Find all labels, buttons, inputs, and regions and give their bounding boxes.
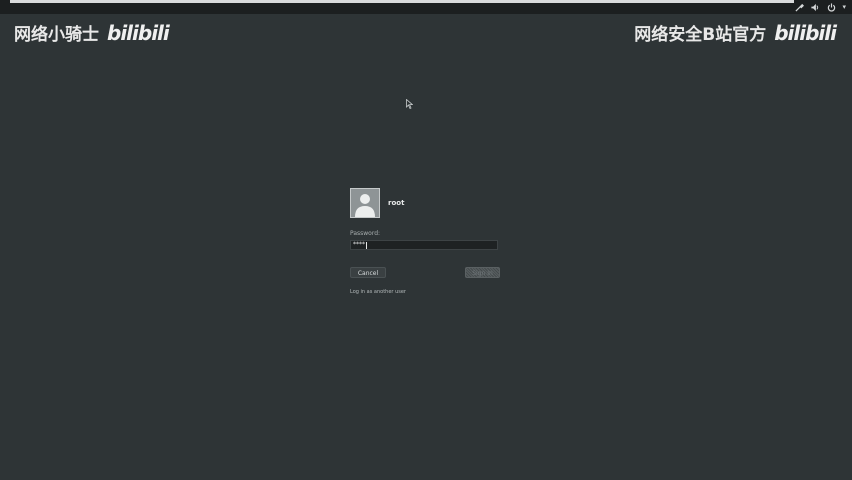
password-value: **** [353,241,365,248]
user-row: root [350,188,502,218]
text-caret [366,241,367,249]
volume-icon[interactable] [810,2,820,12]
power-icon[interactable] [826,2,836,12]
button-row: Cancel Sign In [350,267,500,278]
system-tray: ▾ [794,1,846,13]
password-field[interactable]: **** [350,240,498,250]
bilibili-logo: bilibili [774,20,837,45]
log-in-as-another-user-link[interactable]: Log in as another user [350,289,502,295]
top-bar: ▾ [0,0,852,14]
password-label: Password: [350,230,381,237]
tools-icon[interactable] [794,2,804,12]
mouse-cursor-icon [406,94,414,113]
username: root [388,199,405,207]
top-bar-highlight [10,0,794,3]
chevron-down-icon[interactable]: ▾ [842,2,846,12]
watermark-left-text: 网络小骑士 [14,25,99,45]
cancel-button[interactable]: Cancel [350,267,386,278]
avatar-icon [350,188,380,218]
watermark-right-text: 网络安全B站官方 [634,25,767,45]
watermark-left: 网络小骑士 bilibili [14,20,170,46]
sign-in-button[interactable]: Sign In [465,267,500,278]
login-panel: root Password: **** Cancel Sign In Log i… [350,188,502,295]
watermark-right: 网络安全B站官方 bilibili [634,20,837,46]
bilibili-logo: bilibili [107,20,170,45]
